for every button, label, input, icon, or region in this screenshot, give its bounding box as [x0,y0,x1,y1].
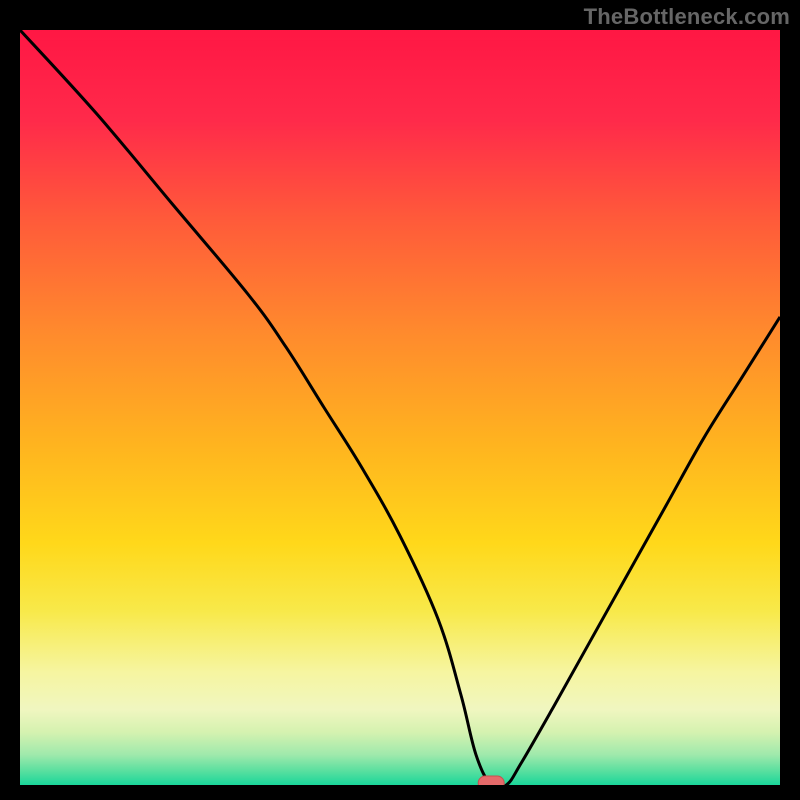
plot-area [20,30,780,785]
chart-container: TheBottleneck.com [0,0,800,800]
watermark-text: TheBottleneck.com [584,4,790,30]
optimal-marker [478,776,504,785]
bottleneck-chart [20,30,780,785]
gradient-background [20,30,780,785]
